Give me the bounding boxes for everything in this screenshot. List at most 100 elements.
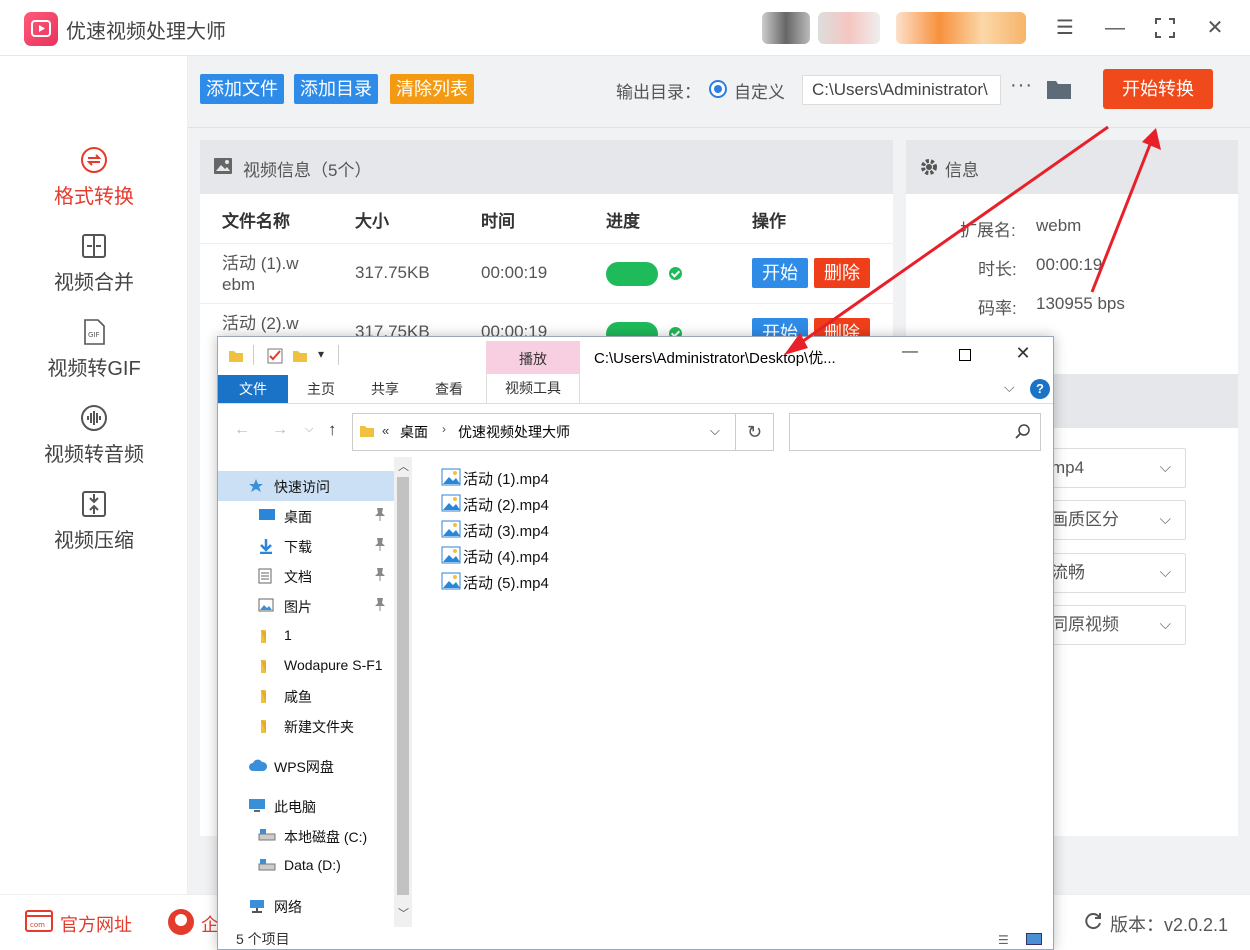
sidebar-item-merge[interactable]: 视频合并 xyxy=(0,232,188,295)
website-link[interactable]: 官方网址 xyxy=(60,911,132,937)
breadcrumb-item[interactable]: 桌面 xyxy=(400,422,428,442)
close-icon[interactable]: ✕ xyxy=(1011,343,1035,364)
clear-list-button[interactable]: 清除列表 xyxy=(390,74,474,104)
sidebar-item-gif[interactable]: GIF 视频转GIF xyxy=(0,318,188,381)
nav-item-label: 此电脑 xyxy=(274,799,316,815)
custom-radio-label[interactable]: 自定义 xyxy=(734,78,785,103)
tab-file[interactable]: 文件 xyxy=(218,375,288,403)
tab-share[interactable]: 共享 xyxy=(362,375,408,403)
large-icons-view-icon[interactable] xyxy=(1026,933,1042,945)
nav-item-label: 文档 xyxy=(284,569,312,585)
delete-button[interactable]: 删除 xyxy=(814,258,870,288)
start-button[interactable]: 开始 xyxy=(752,258,808,288)
scroll-up-icon[interactable]: ︿ xyxy=(398,458,409,474)
nav-item-desktop[interactable]: 桌面 xyxy=(218,501,394,531)
nav-scrollbar-thumb[interactable] xyxy=(397,477,409,895)
minimize-icon[interactable]: — xyxy=(898,343,922,361)
nav-item-folder[interactable]: 新建文件夹 xyxy=(218,711,394,741)
vip-badge[interactable] xyxy=(896,12,1026,44)
sidebar-item-format-convert[interactable]: 格式转换 xyxy=(0,146,188,209)
bitrate-value: 130955 bps xyxy=(1036,294,1125,313)
gif-icon: GIF xyxy=(84,319,105,345)
download-icon xyxy=(258,538,274,559)
nav-item-label: WPS网盘 xyxy=(274,759,334,775)
file-item[interactable]: 活动 (1).mp4 xyxy=(438,465,638,489)
file-item[interactable]: 活动 (3).mp4 xyxy=(438,517,638,541)
sidebar-item-audio[interactable]: 视频转音频 xyxy=(0,404,188,467)
nav-item-folder[interactable]: 1 xyxy=(218,621,394,651)
quick-access-dropdown-icon[interactable]: ▾ xyxy=(318,347,324,361)
fullscreen-icon[interactable] xyxy=(1150,14,1180,42)
navigation-pane[interactable]: 快速访问 桌面 下载文档图片 1 Wodapure S-F1 咸鱼 新建文件夹 WPS网盘此电… xyxy=(218,457,394,927)
column-header-time[interactable]: 时间 xyxy=(481,207,515,232)
nav-item-star[interactable]: 快速访问 xyxy=(218,471,394,501)
nav-item-download[interactable]: 下载 xyxy=(218,531,394,561)
minimize-icon[interactable]: — xyxy=(1100,14,1130,42)
details-view-icon[interactable]: ☰ xyxy=(998,933,1009,947)
ext-value: webm xyxy=(1036,216,1082,235)
new-folder-icon[interactable] xyxy=(292,348,308,364)
nav-item-picture[interactable]: 图片 xyxy=(218,591,394,621)
file-item[interactable]: 活动 (4).mp4 xyxy=(438,543,638,567)
column-header-action[interactable]: 操作 xyxy=(752,207,786,232)
nav-item-computer[interactable]: 此电脑 xyxy=(218,791,394,821)
breadcrumb-overflow[interactable]: « xyxy=(382,423,389,438)
sidebar-item-compress[interactable]: 视频压缩 xyxy=(0,490,188,553)
quality-select[interactable]: 画质区分 ⌵ xyxy=(1040,500,1186,540)
properties-icon[interactable] xyxy=(266,347,284,365)
recent-dropdown-icon[interactable]: ⌵ xyxy=(305,423,313,436)
address-dropdown-icon[interactable]: ⌵ xyxy=(710,423,720,439)
nav-item-label: 图片 xyxy=(284,599,312,615)
pin-icon[interactable] xyxy=(374,597,386,614)
add-file-button[interactable]: 添加文件 xyxy=(200,74,284,104)
help-icon[interactable]: ? xyxy=(1030,379,1050,399)
nav-item-cloud[interactable]: WPS网盘 xyxy=(218,751,394,781)
start-convert-button[interactable]: 开始转换 xyxy=(1103,69,1213,109)
merge-icon xyxy=(82,234,106,258)
resolution-select[interactable]: 同原视频 ⌵ xyxy=(1040,605,1186,645)
pin-icon[interactable] xyxy=(374,567,386,584)
expand-ribbon-icon[interactable]: ⌵ xyxy=(1004,379,1015,396)
search-input[interactable] xyxy=(789,413,1041,451)
more-icon[interactable]: ··· xyxy=(1010,74,1033,97)
svg-text:GIF: GIF xyxy=(88,331,100,339)
nav-item-drive[interactable]: Data (D:) xyxy=(218,851,394,881)
app-logo-icon xyxy=(24,12,58,46)
menu-icon[interactable]: ☰ xyxy=(1050,14,1080,42)
column-header-size[interactable]: 大小 xyxy=(355,207,389,232)
back-icon[interactable]: ← xyxy=(234,421,250,439)
file-explorer-window[interactable]: ▾ 播放 C:\Users\Administrator\Desktop\优...… xyxy=(217,336,1054,950)
refresh-icon[interactable]: ↻ xyxy=(736,413,774,451)
format-select[interactable]: mp4 ⌵ xyxy=(1040,448,1186,488)
pin-icon[interactable] xyxy=(374,507,386,524)
add-directory-button[interactable]: 添加目录 xyxy=(294,74,378,104)
nav-item-label: Wodapure S-F1 xyxy=(284,657,383,673)
tab-home[interactable]: 主页 xyxy=(298,375,344,403)
maximize-icon[interactable] xyxy=(953,345,977,365)
file-item[interactable]: 活动 (2).mp4 xyxy=(438,491,638,515)
nav-item-folder[interactable]: 咸鱼 xyxy=(218,681,394,711)
up-icon[interactable]: ↑ xyxy=(328,420,337,440)
definition-select[interactable]: 流畅 ⌵ xyxy=(1040,553,1186,593)
website-icon: com xyxy=(25,910,53,932)
forward-icon[interactable]: → xyxy=(272,421,288,439)
nav-item-network[interactable]: 网络 xyxy=(218,891,394,921)
file-item[interactable]: 活动 (5).mp4 xyxy=(438,569,638,593)
column-header-name[interactable]: 文件名称 xyxy=(222,207,290,232)
close-icon[interactable]: ✕ xyxy=(1200,14,1230,42)
nav-item-document[interactable]: 文档 xyxy=(218,561,394,591)
scroll-down-icon[interactable]: ﹀ xyxy=(398,905,409,921)
pin-icon[interactable] xyxy=(374,537,386,554)
tab-video-tools[interactable]: 视频工具 xyxy=(486,373,580,403)
output-path-field[interactable]: C:\Users\Administrator\ xyxy=(802,75,1001,105)
custom-radio[interactable] xyxy=(709,80,727,98)
avatar[interactable] xyxy=(762,12,810,44)
breadcrumb-item[interactable]: 优速视频处理大师 xyxy=(458,422,570,442)
folder-open-icon[interactable] xyxy=(1046,78,1072,100)
refresh-icon[interactable] xyxy=(1083,911,1103,931)
format-convert-icon xyxy=(81,147,107,173)
tab-view[interactable]: 查看 xyxy=(426,375,472,403)
nav-item-drive[interactable]: 本地磁盘 (C:) xyxy=(218,821,394,851)
nav-item-folder[interactable]: Wodapure S-F1 xyxy=(218,651,394,681)
column-header-progress[interactable]: 进度 xyxy=(606,207,640,232)
